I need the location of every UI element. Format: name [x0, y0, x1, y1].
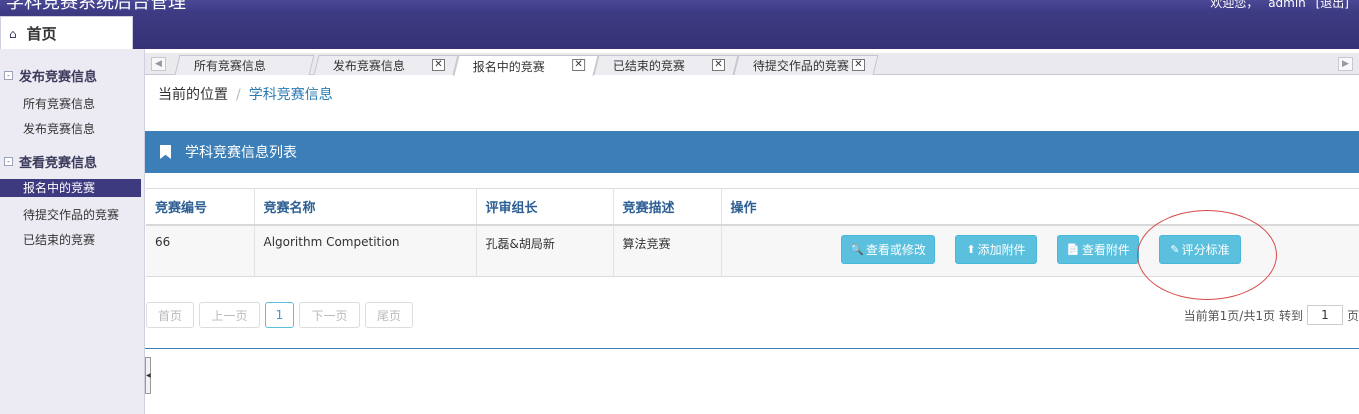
cell-id: 66	[146, 224, 254, 277]
pager-first[interactable]: 首页	[146, 302, 194, 328]
close-icon[interactable]: ✕	[432, 59, 445, 71]
home-icon: ⌂	[9, 26, 17, 41]
sidebar-item-all-competitions[interactable]: 所有竞赛信息	[0, 95, 141, 113]
breadcrumb-separator: /	[236, 87, 241, 103]
tab-finished[interactable]: 已结束的竞赛 ✕	[593, 55, 739, 75]
column-header-id: 竞赛编号	[146, 188, 254, 226]
file-icon: 📄	[1066, 243, 1080, 256]
tab-pending-submission[interactable]: 待提交作品的竞赛 ✕	[733, 55, 879, 75]
tab-label: 发布竞赛信息	[332, 59, 405, 73]
column-header-leader: 评审组长	[475, 188, 613, 226]
collapse-sidebar-handle[interactable]: ◀	[145, 357, 151, 394]
cell-description: 算法竞赛	[612, 224, 721, 277]
pager-prev[interactable]: 上一页	[199, 302, 260, 328]
sidebar-item-finished[interactable]: 已结束的竞赛	[0, 231, 141, 249]
scroll-right-icon[interactable]: ▶	[1338, 57, 1353, 71]
home-tab[interactable]: ⌂ 首页	[0, 16, 133, 50]
tab-label: 待提交作品的竞赛	[752, 59, 849, 73]
cell-leader: 孔磊&胡局新	[475, 224, 613, 277]
view-attachment-button[interactable]: 📄 查看附件	[1057, 235, 1139, 264]
panel-header: 学科竞赛信息列表	[145, 131, 1359, 173]
collapse-icon: -	[4, 157, 13, 166]
tab-all-competitions[interactable]: 所有竞赛信息	[174, 55, 315, 75]
sidebar: - 发布竞赛信息 所有竞赛信息 发布竞赛信息 - 查看竞赛信息 报名中的竞赛 待…	[0, 49, 145, 414]
page-status: 当前第1页/共1页	[1183, 308, 1275, 323]
view-edit-button[interactable]: 🔍 查看或修改	[841, 235, 935, 264]
scroll-left-icon[interactable]: ◀	[151, 57, 166, 71]
upload-icon: ⬆	[966, 243, 976, 256]
column-header-name: 竞赛名称	[253, 188, 476, 226]
close-icon[interactable]: ✕	[712, 59, 725, 71]
breadcrumb-prefix: 当前的位置	[158, 87, 228, 103]
goto-page-input[interactable]: 1	[1306, 305, 1343, 325]
tab-registering[interactable]: 报名中的竞赛 ✕	[453, 55, 599, 76]
nav-bar: ⌂ 首页	[0, 12, 1359, 50]
bookmark-icon	[160, 145, 171, 159]
sidebar-group-label: 发布竞赛信息	[19, 70, 98, 85]
welcome-area: 欢迎您， admin [退出]	[1204, 0, 1349, 10]
breadcrumb-current[interactable]: 学科竞赛信息	[249, 87, 333, 103]
home-tab-label: 首页	[26, 25, 57, 43]
column-header-description: 竞赛描述	[612, 188, 721, 226]
tab-label: 已结束的竞赛	[612, 59, 685, 73]
goto-label: 转到	[1278, 308, 1303, 323]
tab-strip: ◀ 所有竞赛信息 发布竞赛信息 ✕ 报名中的竞赛 ✕ 已结束的竞赛 ✕ 待提交作…	[145, 53, 1359, 76]
pager-last[interactable]: 尾页	[365, 302, 413, 328]
panel-title: 学科竞赛信息列表	[185, 145, 297, 161]
sidebar-group-publish[interactable]: - 发布竞赛信息	[4, 66, 97, 85]
divider	[145, 348, 1359, 349]
sidebar-group-view[interactable]: - 查看竞赛信息	[4, 152, 97, 171]
sidebar-item-pending-submission[interactable]: 待提交作品的竞赛	[0, 206, 141, 224]
cell-name: Algorithm Competition	[253, 224, 476, 277]
tab-label: 所有竞赛信息	[193, 59, 266, 73]
close-icon[interactable]: ✕	[572, 59, 586, 71]
page-info: 当前第1页/共1页 转到 1 页	[1184, 305, 1359, 325]
button-label: 添加附件	[977, 243, 1026, 257]
page-unit: 页	[1346, 308, 1359, 323]
breadcrumb: 当前的位置 / 学科竞赛信息	[158, 84, 333, 104]
sidebar-group-label: 查看竞赛信息	[19, 156, 98, 171]
tab-publish-competition[interactable]: 发布竞赛信息 ✕	[313, 55, 459, 75]
button-label: 查看或修改	[865, 243, 926, 257]
sidebar-item-publish-competition[interactable]: 发布竞赛信息	[0, 120, 141, 138]
top-header: 学科竞赛系统后台管理 欢迎您， admin [退出]	[0, 0, 1359, 12]
column-header-actions: 操作	[720, 188, 1359, 226]
close-icon[interactable]: ✕	[852, 59, 865, 71]
pager-current[interactable]: 1	[265, 302, 294, 328]
collapse-icon: -	[4, 71, 13, 80]
system-title: 学科竞赛系统后台管理	[6, 0, 186, 12]
username: admin	[1268, 0, 1306, 10]
pager-next[interactable]: 下一页	[299, 302, 360, 328]
sidebar-item-registering[interactable]: 报名中的竞赛	[0, 179, 141, 197]
add-attachment-button[interactable]: ⬆ 添加附件	[955, 235, 1037, 264]
highlight-circle	[1137, 210, 1277, 300]
button-label: 查看附件	[1081, 243, 1130, 257]
logout-link[interactable]: [退出]	[1316, 0, 1349, 10]
search-icon: 🔍	[850, 243, 864, 256]
welcome-text: 欢迎您，	[1210, 0, 1259, 10]
tab-label: 报名中的竞赛	[472, 59, 545, 74]
